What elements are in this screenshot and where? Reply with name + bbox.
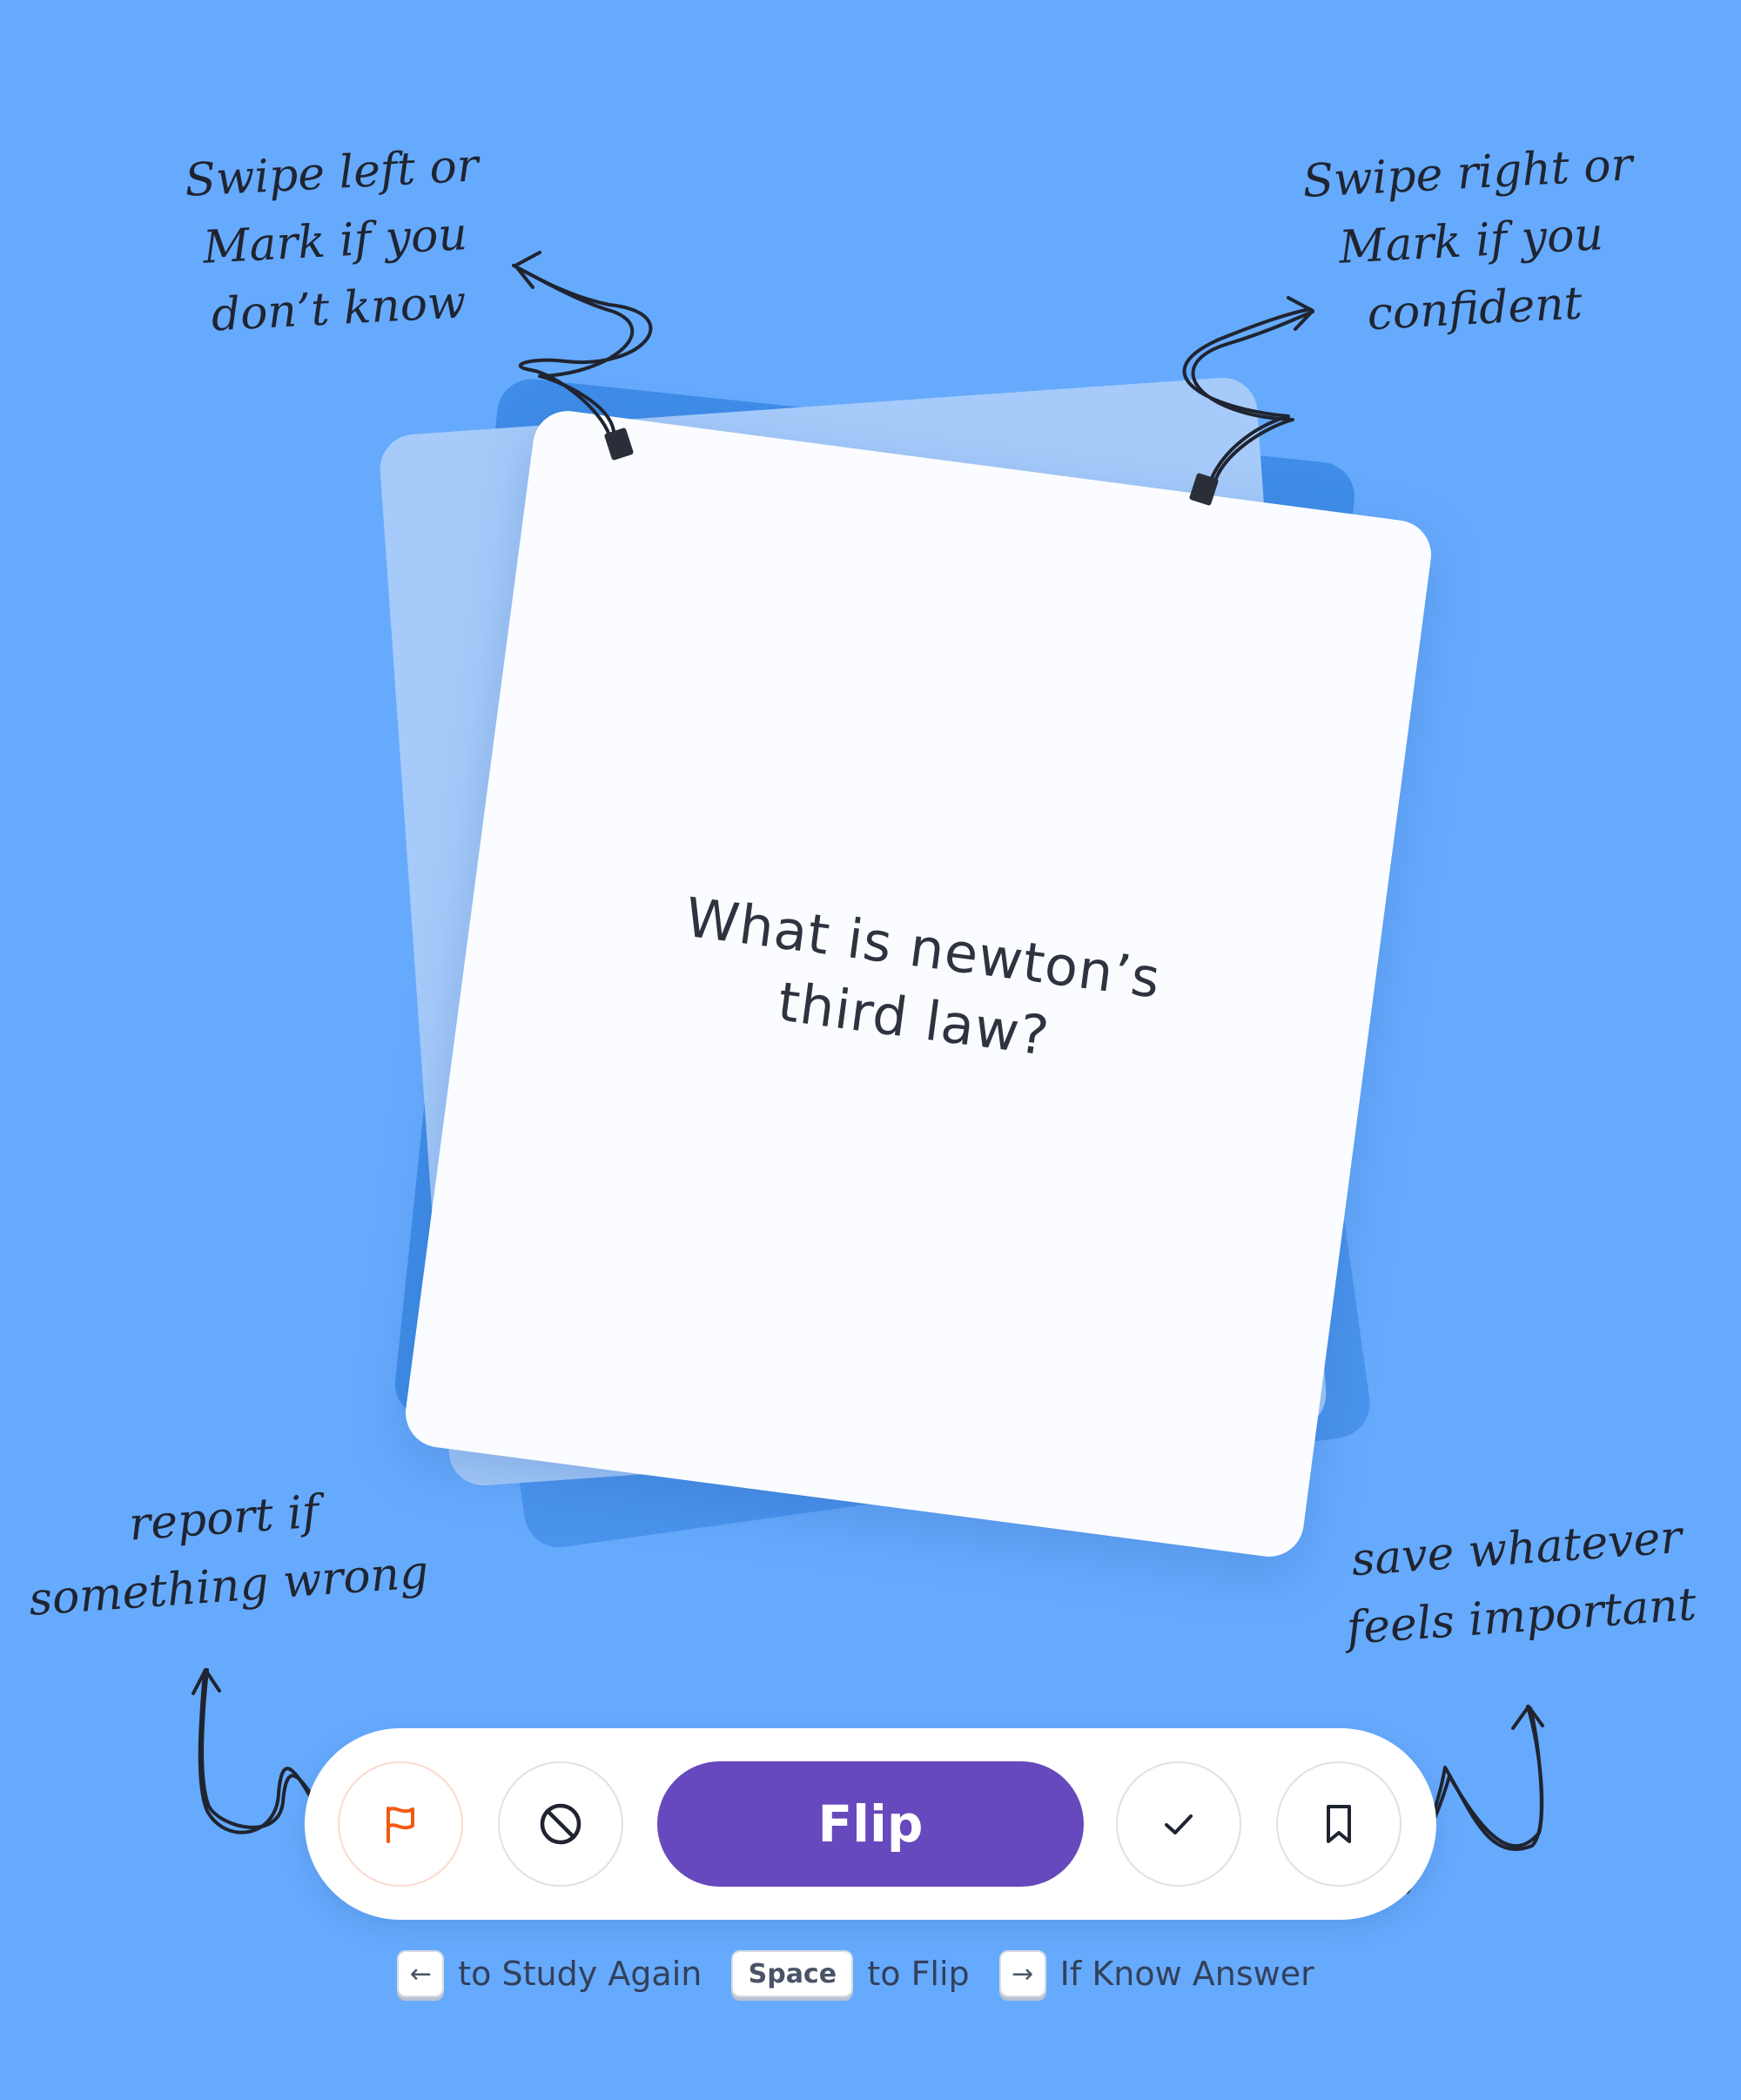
keyboard-hints: ← to Study Again Space to Flip → If Know… <box>0 1943 1741 2004</box>
arrowhead-save <box>1511 1705 1544 1730</box>
flag-icon <box>387 1807 414 1843</box>
tape-mark <box>1189 473 1219 506</box>
arrow-left-top-b <box>516 266 635 433</box>
arrow-right-top-b <box>1191 310 1314 485</box>
hint-study-again: to Study Again <box>458 1955 702 1993</box>
dont-know-button[interactable] <box>498 1761 623 1887</box>
bookmark-button[interactable] <box>1276 1761 1402 1887</box>
arrowhead-left-top <box>514 251 541 289</box>
bookmark-icon <box>1327 1805 1351 1843</box>
hint-flip: to Flip <box>867 1955 970 1993</box>
hint-know-answer: If Know Answer <box>1059 1955 1314 1993</box>
action-bar: Flip <box>305 1728 1436 1920</box>
report-button[interactable] <box>338 1761 463 1887</box>
arrow-left-top <box>512 264 653 437</box>
flashcard-stage: What is newton’s third law? Swipe left o… <box>0 0 1741 2100</box>
space-key: Space <box>731 1950 854 1997</box>
know-answer-button[interactable] <box>1116 1761 1241 1887</box>
flip-button[interactable]: Flip <box>657 1761 1084 1887</box>
left-arrow-key: ← <box>397 1950 445 1997</box>
check-icon <box>1165 1814 1193 1834</box>
block-icon <box>540 1803 581 1845</box>
right-arrow-key: → <box>998 1950 1046 1997</box>
